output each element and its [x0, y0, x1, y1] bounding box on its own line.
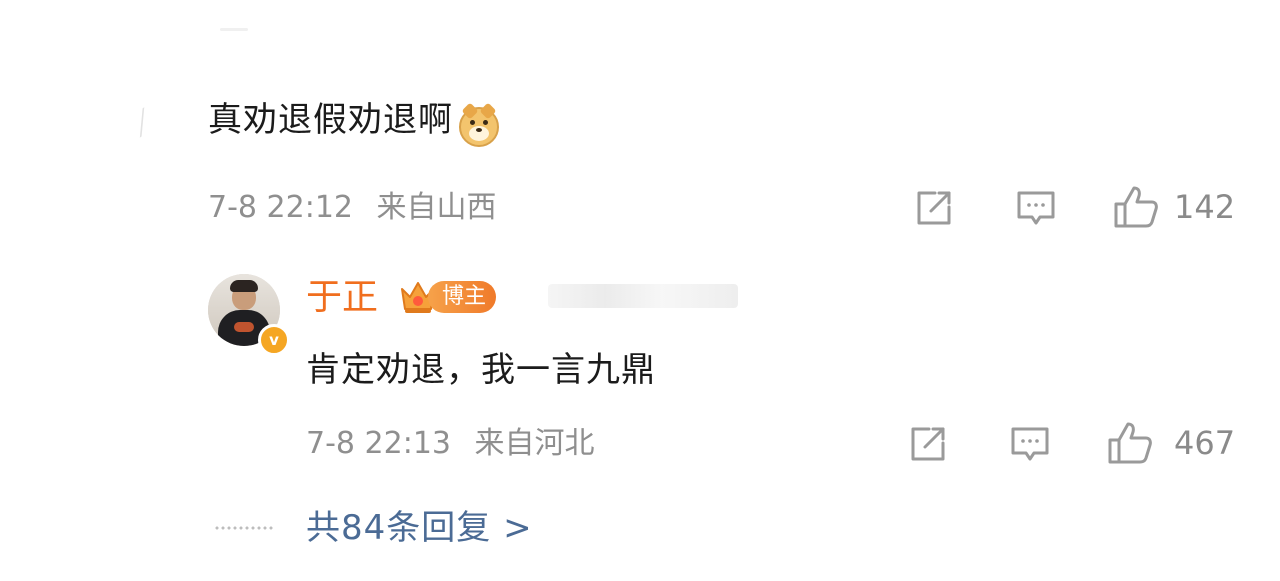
share-icon	[911, 427, 945, 461]
reply-time: 7-8 22:13	[306, 426, 451, 461]
share-button[interactable]	[910, 184, 958, 232]
thumbs-up-icon	[1114, 186, 1158, 228]
faint-watermark-icon: ⟋	[124, 103, 162, 144]
divider	[220, 28, 248, 31]
reply-comment-button[interactable]	[1006, 420, 1054, 468]
thumbs-up-icon	[1108, 422, 1152, 464]
reply-author[interactable]: 于正	[306, 278, 378, 318]
reply-text: 肯定劝退，我一言九鼎	[306, 350, 656, 390]
comment-text: 真劝退假劝退啊	[208, 100, 453, 140]
reply-meta: 7-8 22:13 来自河北	[306, 426, 595, 462]
v-verified-icon: v	[258, 324, 290, 356]
reply-like-count: 467	[1174, 424, 1236, 462]
share-icon	[917, 191, 951, 225]
like-button[interactable]: 142	[1112, 184, 1235, 230]
comment-button[interactable]	[1012, 184, 1060, 232]
comment-body: 真劝退假劝退啊	[208, 100, 499, 147]
reply-share-button[interactable]	[904, 420, 952, 468]
reply-like-button[interactable]: 467	[1106, 420, 1235, 466]
comment-icon	[1017, 191, 1055, 225]
more-dots-icon	[214, 526, 274, 530]
reply-location: 来自河北	[474, 426, 595, 461]
comment-location: 来自山西	[376, 190, 497, 225]
like-count: 142	[1174, 188, 1236, 226]
comment-icon	[1011, 427, 1049, 461]
doge-emoji-icon	[459, 102, 499, 147]
author-badge: 博主	[428, 281, 497, 313]
blurred-content	[548, 284, 738, 308]
more-replies-link[interactable]: 共84条回复 >	[306, 508, 533, 548]
comment-time: 7-8 22:12	[208, 190, 353, 225]
comment-meta: 7-8 22:12 来自山西	[208, 190, 497, 226]
